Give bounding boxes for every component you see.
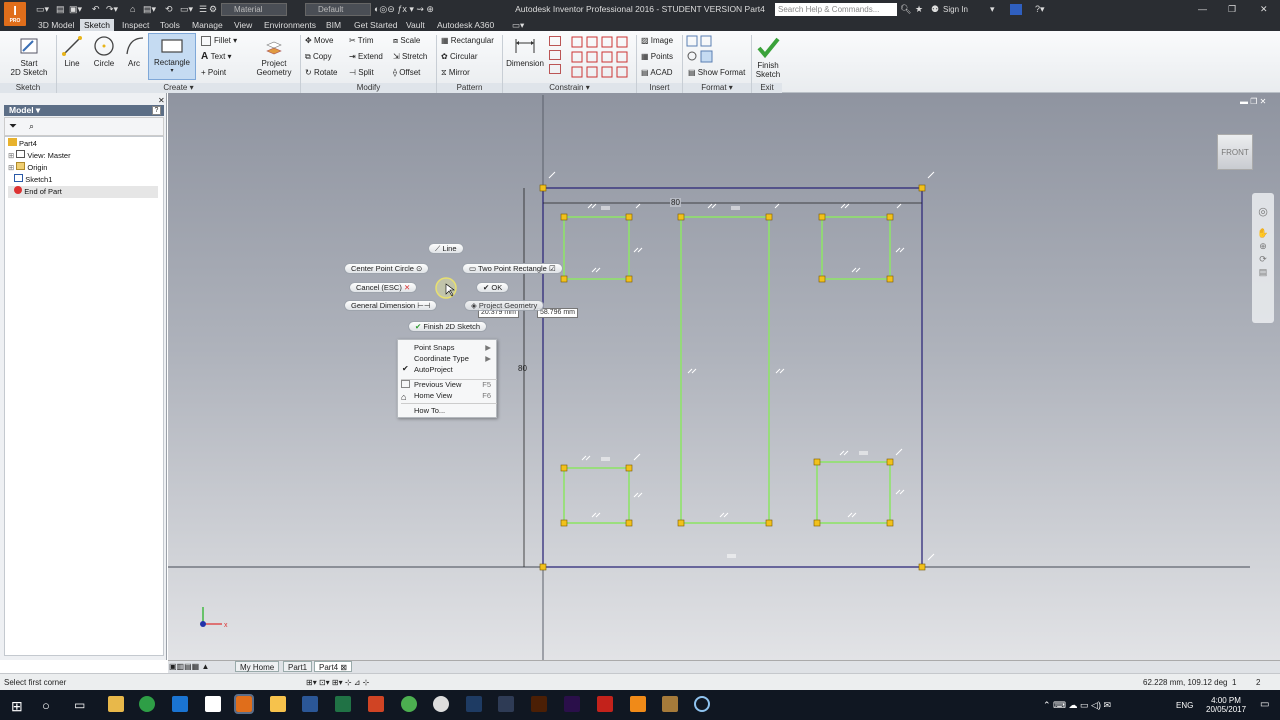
powerpoint-icon[interactable] bbox=[368, 696, 384, 712]
excel-icon[interactable] bbox=[335, 696, 351, 712]
svg-text:x: x bbox=[224, 622, 228, 629]
mm-finish-2d-sketch[interactable]: ✔ Finish 2D Sketch bbox=[408, 321, 488, 332]
tab-close-icon[interactable]: ⊠ bbox=[340, 663, 347, 672]
doc-tab-part4[interactable]: Part4 ⊠ bbox=[314, 661, 353, 672]
origin-indicator bbox=[200, 621, 206, 627]
status-count-1: 1 bbox=[1232, 678, 1237, 687]
home-view-icon: ⌂ bbox=[401, 392, 407, 402]
status-tools-icons[interactable]: ⊞▾ ⊡▾ ⊞▾ ⊹ ⊿ ⊹ bbox=[306, 674, 369, 691]
acrobat-icon[interactable] bbox=[597, 696, 613, 712]
app-icon[interactable] bbox=[205, 696, 221, 712]
app-logo-sub: PRO bbox=[9, 18, 21, 24]
mm-center-point-circle[interactable]: Center Point Circle ⊙ bbox=[344, 263, 430, 274]
inventor-icon[interactable] bbox=[234, 694, 254, 714]
photoshop-icon[interactable] bbox=[466, 696, 482, 712]
dimension-input-2[interactable]: 58.796 mm bbox=[537, 308, 579, 318]
rect-top-right bbox=[821, 216, 891, 280]
status-bar: Select first corner ⊞▾ ⊡▾ ⊞▾ ⊹ ⊿ ⊹ 62.22… bbox=[0, 673, 1280, 690]
file-explorer-icon[interactable] bbox=[108, 696, 124, 712]
mm-line[interactable]: ⟋ Line bbox=[428, 243, 464, 254]
cancel-icon: ✕ bbox=[403, 283, 411, 292]
application-menu-button[interactable]: I PRO bbox=[4, 2, 26, 26]
mm-project-label: Project Geometry bbox=[478, 301, 538, 310]
status-count-2: 2 bbox=[1256, 678, 1261, 687]
clock[interactable]: 4:00 PM 20/05/2017 bbox=[1206, 696, 1246, 714]
context-menu: Point Snaps ▶ Coordinate Type ▶ ✔ AutoProj… bbox=[397, 339, 497, 418]
tray-icons[interactable]: ⌃ ⌨ ☁ ▭ ◁) ✉ bbox=[1043, 700, 1111, 711]
word-icon[interactable] bbox=[302, 696, 318, 712]
rect-bottom-left bbox=[563, 467, 630, 524]
menu-label: Point Snaps bbox=[414, 343, 455, 352]
menu-label: Coordinate Type bbox=[414, 354, 469, 363]
doc-tab-my-home[interactable]: My Home bbox=[235, 661, 280, 672]
checkmark-icon: ✔ bbox=[402, 364, 409, 373]
mm-cancel-label: Cancel (ESC) bbox=[356, 283, 402, 292]
app-logo: I bbox=[13, 3, 17, 18]
windows-start-icon[interactable]: ⊞ bbox=[11, 698, 23, 715]
search-icon[interactable]: ○ bbox=[42, 698, 50, 713]
task-view-icon[interactable]: ▭ bbox=[74, 698, 85, 712]
submenu-arrow-icon: ▶ bbox=[485, 354, 491, 363]
menu-item-autoproject[interactable]: AutoProject bbox=[414, 364, 494, 375]
menu-item-home-view[interactable]: Home View F6 bbox=[414, 390, 494, 401]
menu-label: Home View bbox=[414, 391, 453, 400]
status-coordinates: 62.228 mm, 109.12 deg bbox=[1143, 678, 1228, 687]
circle-icon: ⊙ bbox=[416, 264, 423, 273]
shortcut-label: F6 bbox=[482, 391, 491, 400]
itunes-icon[interactable] bbox=[433, 696, 449, 712]
menu-item-previous-view[interactable]: Previous View F5 bbox=[414, 379, 494, 390]
top-dimension-value[interactable]: 80 bbox=[670, 198, 681, 207]
part4-tab-label: Part4 bbox=[319, 663, 339, 672]
clock-date: 20/05/2017 bbox=[1206, 705, 1247, 714]
mm-two-point-rectangle[interactable]: ▭ Two Point Rectangle ☑ bbox=[462, 263, 563, 274]
mm-rect-label: Two Point Rectangle bbox=[478, 264, 547, 273]
menu-label: Previous View bbox=[414, 380, 462, 389]
mm-ok[interactable]: ✔ OK bbox=[476, 282, 510, 293]
shortcut-label: F5 bbox=[482, 380, 491, 389]
doc-tab-part1[interactable]: Part1 bbox=[283, 661, 313, 672]
vlc-icon[interactable] bbox=[630, 696, 646, 712]
mm-general-dimension[interactable]: General Dimension ⊢⊣ bbox=[344, 300, 438, 311]
mm-dimension-label: General Dimension bbox=[351, 301, 416, 310]
menu-label: AutoProject bbox=[414, 365, 453, 374]
options-icon: ☑ bbox=[548, 264, 556, 273]
action-center-icon[interactable]: ▭ bbox=[1260, 699, 1269, 710]
rect-bottom-right bbox=[816, 461, 891, 524]
mm-project-geometry[interactable]: ◈ Project Geometry bbox=[464, 300, 545, 311]
chrome-icon[interactable] bbox=[139, 696, 155, 712]
tile-windows-icons[interactable]: ▣▥▤▦ ▲ bbox=[169, 662, 209, 671]
previous-view-icon bbox=[401, 380, 410, 388]
clock-time: 4:00 PM bbox=[1211, 696, 1241, 705]
status-prompt: Select first corner bbox=[4, 678, 67, 687]
menu-label: How To... bbox=[414, 406, 446, 415]
premiere-icon[interactable] bbox=[564, 696, 580, 712]
illustrator-icon[interactable] bbox=[531, 696, 547, 712]
rect-center-tall bbox=[680, 216, 770, 524]
rect-top-left bbox=[563, 216, 630, 280]
mm-cancel[interactable]: Cancel (ESC) ✕ bbox=[349, 282, 418, 293]
submenu-arrow-icon: ▶ bbox=[485, 343, 491, 352]
menu-item-how-to[interactable]: How To... bbox=[414, 405, 494, 416]
app-blue-icon[interactable] bbox=[694, 696, 710, 712]
lightroom-icon[interactable] bbox=[498, 696, 514, 712]
menu-item-point-snaps[interactable]: Point Snaps ▶ bbox=[414, 342, 494, 353]
sketch-geometry: x bbox=[168, 95, 1250, 660]
mm-finish-label: Finish 2D Sketch bbox=[423, 322, 481, 331]
menu-item-coordinate-type[interactable]: Coordinate Type ▶ bbox=[414, 353, 494, 364]
left-dimension-value[interactable]: 80 bbox=[518, 364, 527, 373]
mm-circle-label: Center Point Circle bbox=[351, 264, 414, 273]
project-geometry-icon: ◈ bbox=[471, 301, 479, 310]
inventor-2-icon[interactable] bbox=[270, 696, 286, 712]
edge-icon[interactable] bbox=[172, 696, 188, 712]
mm-line-label: Line bbox=[442, 244, 457, 253]
language-indicator[interactable]: ENG bbox=[1176, 701, 1193, 710]
menu-divider bbox=[401, 403, 497, 404]
rectangle-icon: ▭ bbox=[469, 264, 479, 273]
mm-ok-label: OK bbox=[491, 283, 503, 292]
dimension-icon: ⊢⊣ bbox=[417, 301, 431, 310]
outer-frame bbox=[542, 187, 923, 568]
app-brown-icon[interactable] bbox=[662, 696, 678, 712]
app-green-icon[interactable] bbox=[401, 696, 417, 712]
